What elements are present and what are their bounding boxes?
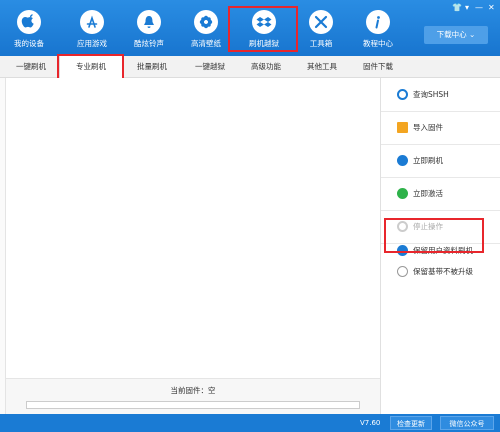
tab-firmware-download[interactable]: 固件下载 — [352, 56, 404, 78]
apple-icon — [17, 10, 41, 34]
anti-upgrade-label: 保留基带不被升级 — [413, 267, 473, 276]
tab-other-tools[interactable]: 其他工具 — [296, 56, 348, 78]
divider — [381, 144, 500, 145]
nav-label: 应用游戏 — [77, 39, 107, 48]
nav-toolbox[interactable]: 工具箱 — [299, 6, 343, 52]
firmware-status-bar: 当前固件：空 — [6, 378, 380, 414]
divider — [381, 210, 500, 211]
folder-icon — [397, 122, 408, 133]
wechat-button[interactable]: 微信公众号 — [440, 416, 494, 430]
flash-now-label: 立即刷机 — [413, 156, 443, 165]
firmware-list-area — [6, 78, 380, 414]
activate-now-button[interactable]: 立即激活 — [381, 181, 500, 207]
anti-upgrade-checkbox[interactable]: 保留基带不被升级 — [381, 259, 500, 285]
tab-one-click-jailbreak[interactable]: 一键越狱 — [184, 56, 236, 78]
check-update-button[interactable]: 检查更新 — [390, 416, 432, 430]
highlight-box — [228, 6, 298, 52]
query-shsh-button[interactable]: 查询SHSH — [381, 82, 500, 108]
nav-label: 高清壁纸 — [191, 39, 221, 48]
activate-now-label: 立即激活 — [413, 189, 443, 198]
shirt-icon[interactable]: 👕 — [452, 3, 462, 12]
menu-icon[interactable]: ▾ — [465, 3, 469, 12]
import-firmware-label: 导入固件 — [413, 123, 443, 132]
activate-icon — [397, 188, 408, 199]
flower-icon — [194, 10, 218, 34]
version-label: V7.60 — [360, 419, 381, 427]
highlight-box — [384, 218, 484, 253]
nav-label: 工具箱 — [309, 39, 333, 48]
app-store-icon — [80, 10, 104, 34]
nav-label: 教程中心 — [363, 39, 393, 48]
tab-one-click-flash[interactable]: 一键刷机 — [10, 56, 52, 78]
bell-icon — [137, 10, 161, 34]
flash-now-button[interactable]: 立即刷机 — [381, 148, 500, 174]
info-icon — [366, 10, 390, 34]
nav-tutorials[interactable]: 教程中心 — [356, 6, 400, 52]
close-icon[interactable]: ✕ — [488, 3, 495, 12]
tab-batch-flash[interactable]: 批量刷机 — [124, 56, 180, 78]
divider — [381, 111, 500, 112]
divider — [381, 177, 500, 178]
nav-apps-games[interactable]: 应用游戏 — [70, 6, 114, 52]
download-center-label: 下载中心 — [436, 30, 467, 39]
tools-icon — [309, 10, 333, 34]
nav-my-device[interactable]: 我的设备 — [7, 6, 51, 52]
progress-bar — [26, 401, 360, 409]
nav-wallpapers[interactable]: 高清壁纸 — [184, 6, 228, 52]
top-nav-bar: 我的设备 应用游戏 酷炫铃声 高清壁纸 刷机越狱 工具箱 教程中心 👕 ▾ — … — [0, 0, 500, 56]
status-bar: V7.60 检查更新 微信公众号 — [0, 414, 500, 432]
chevron-down-icon: ⌄ — [469, 30, 476, 39]
minimize-icon[interactable]: — — [475, 3, 483, 12]
download-center-button[interactable]: 下载中心 ⌄ — [424, 26, 488, 44]
tab-advanced[interactable]: 高级功能 — [240, 56, 292, 78]
nav-ringtones[interactable]: 酷炫铃声 — [127, 6, 171, 52]
search-icon — [397, 89, 408, 100]
lightning-icon — [397, 155, 408, 166]
nav-label: 酷炫铃声 — [134, 39, 164, 48]
current-firmware-label: 当前固件：空 — [170, 386, 216, 395]
nav-label: 我的设备 — [14, 39, 44, 48]
import-firmware-button[interactable]: 导入固件 — [381, 115, 500, 141]
query-shsh-label: 查询SHSH — [413, 90, 449, 99]
unchecked-circle-icon — [397, 266, 408, 277]
